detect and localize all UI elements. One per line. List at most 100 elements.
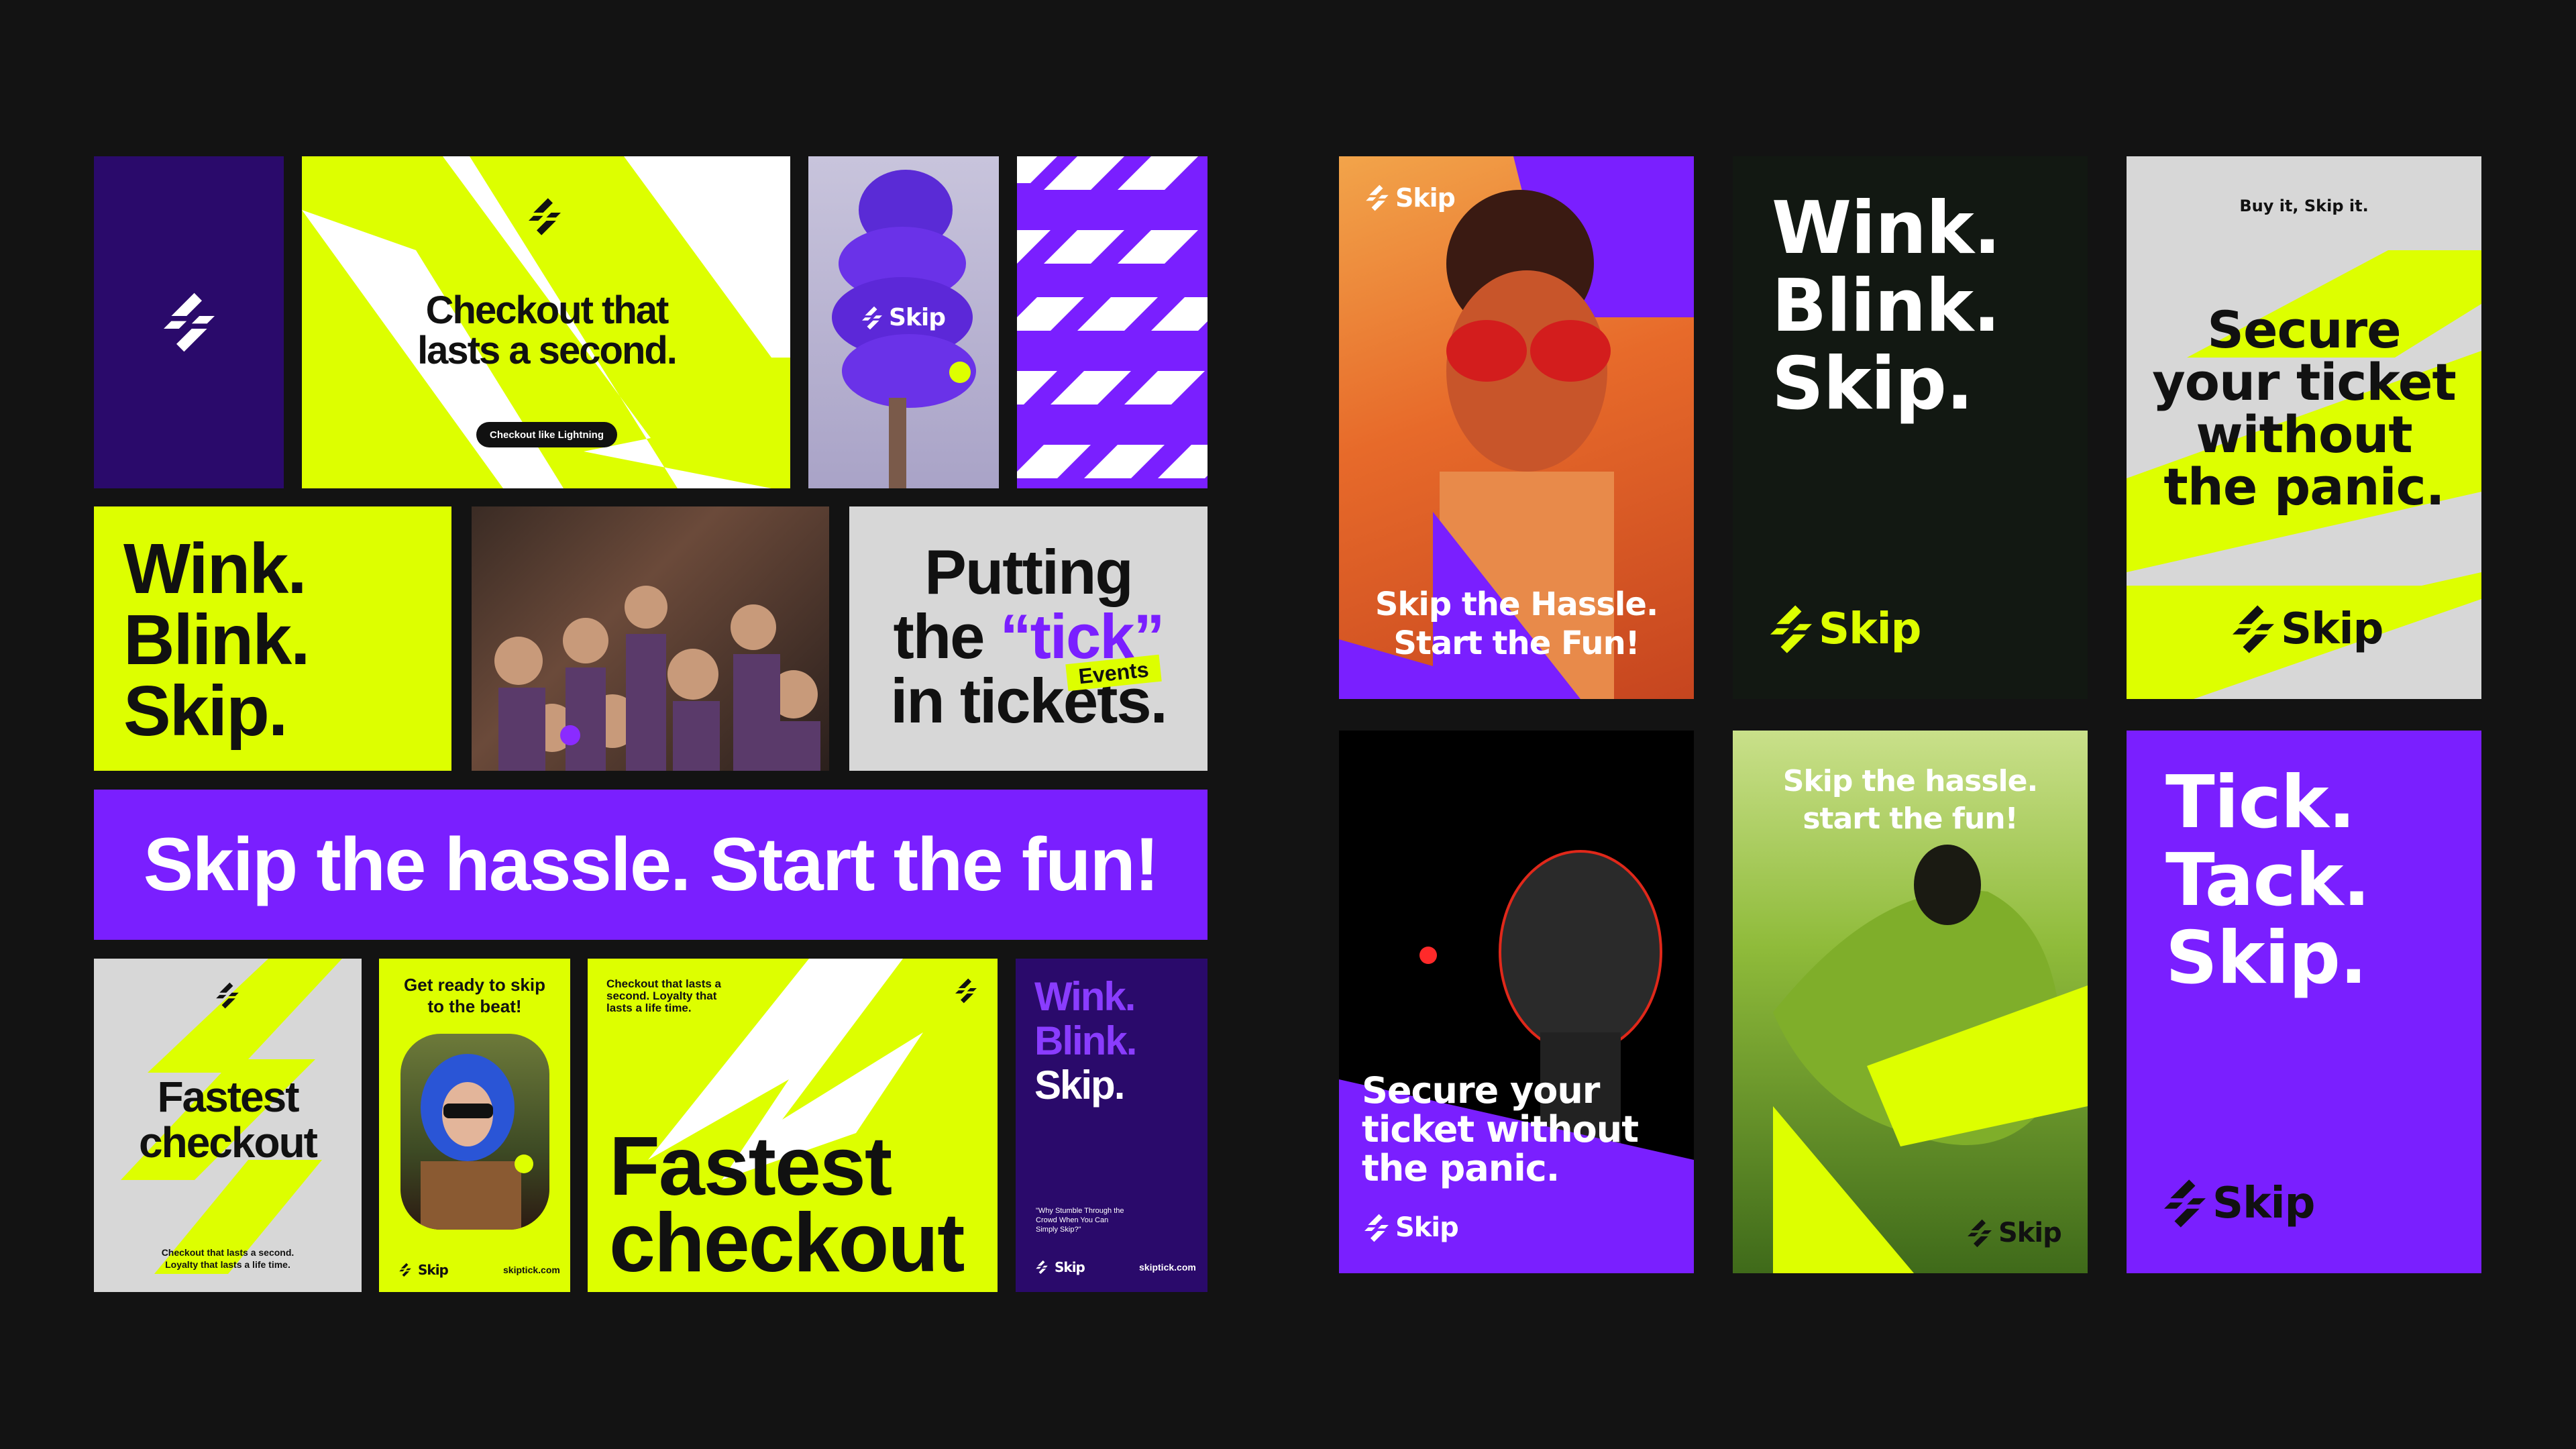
brand-name: Skip (418, 1262, 449, 1278)
hassle-poster: Skip Skip the Hassle. Start the Fun! (1339, 156, 1694, 699)
quote-line-2: Crowd When You Can (1036, 1216, 1109, 1224)
lime-dot (949, 362, 971, 383)
beat-line-1: Get ready to skip (404, 975, 545, 995)
fastest-grey-poster: Fastest checkout Checkout that lasts a s… (94, 959, 362, 1292)
skip-logo-icon (164, 290, 215, 354)
footer-line-2: Loyalty that lasts a life time. (165, 1259, 290, 1270)
hassle-line-2: Start the Fun! (1393, 625, 1640, 662)
checkout-line: checkout (609, 1197, 965, 1289)
top-text-1: Checkout that lasts a (606, 977, 721, 990)
skip-logo: Skip (1366, 183, 1456, 213)
blue-hair-figure-icon (421, 1054, 521, 1230)
skip-logo: Skip (2164, 1177, 2315, 1230)
secure-line-1: Secure (2207, 300, 2401, 360)
top-text-3: lasts a life time. (606, 1002, 692, 1014)
tick-line-2-a: the (893, 601, 1000, 672)
checkout-line: checkout (139, 1118, 318, 1167)
wink-line: Wink. (123, 529, 307, 608)
brand-name: Skip (2212, 1179, 2315, 1228)
logo-tile (94, 156, 284, 488)
lime-dot (515, 1155, 533, 1173)
footer-line-1: Checkout that lasts a second. (161, 1247, 294, 1258)
tack-line: Tack. (2165, 839, 2370, 922)
green-line-2: start the fun! (1803, 802, 2018, 836)
tick-purple-poster: Tick. Tack. Skip. Skip (2127, 731, 2481, 1273)
secure-line-3: the panic. (1362, 1147, 1560, 1189)
beat-line-2: to the beat! (427, 996, 522, 1016)
site-url: skiptick.com (1139, 1262, 1196, 1273)
puffer-photo: Skip (808, 156, 999, 488)
brand-name: Skip (1998, 1218, 2062, 1248)
brand-name: Skip (2281, 604, 2383, 654)
skip-logo-icon (862, 305, 882, 331)
hassle-line-1: Skip the Hassle. (1375, 586, 1658, 623)
skip-logo-icon (1366, 184, 1389, 212)
beat-poster: Get ready to skip to the beat! Skip skip… (379, 959, 570, 1292)
fastest-line: Fastest (609, 1120, 892, 1213)
tick-poster: Putting the “tick” in tickets. Events (849, 506, 1208, 771)
lightning-poster: Checkout that lasts a second. Checkout l… (302, 156, 790, 488)
secure-line-4: the panic. (2163, 457, 2445, 517)
bolt-pattern (1017, 156, 1208, 478)
green-poster: Skip the hassle. start the fun! Skip (1733, 731, 2088, 1273)
tick-line: Tick. (2165, 761, 2356, 845)
skip-line: Skip. (1772, 342, 1974, 426)
brand-name: Skip (1395, 183, 1456, 213)
quote-line-1: "Why Stumble Through the (1036, 1207, 1124, 1215)
skip-logo: Skip (1770, 603, 1921, 655)
banner-text: Skip the hassle. Start the fun! (143, 822, 1160, 906)
skip-logo-icon (955, 977, 977, 1004)
hassle-banner: Skip the hassle. Start the fun! (94, 790, 1208, 940)
skip-line: Skip. (1034, 1063, 1125, 1108)
skip-logo: Skip (862, 304, 946, 331)
secure-grey-poster: Buy it, Skip it. Secure your ticket with… (2127, 156, 2481, 699)
lightning-pill: Checkout like Lightning (476, 422, 617, 447)
top-text-2: second. Loyalty that (606, 989, 717, 1002)
wink-line: Wink. (1772, 186, 2001, 270)
beat-photo (400, 1034, 549, 1230)
skip-logo-icon (1364, 1213, 1389, 1243)
tick-line-1: Putting (924, 537, 1134, 607)
head-profile-icon (1339, 850, 1694, 1273)
skip-line: Skip. (123, 672, 288, 751)
skip-logo-icon (2164, 1177, 2206, 1230)
skip-logo-icon (216, 981, 239, 1010)
site-url: skiptick.com (503, 1265, 560, 1275)
brand-name: Skip (889, 304, 946, 331)
blink-line: Blink. (1034, 1018, 1137, 1063)
group-photo (472, 506, 829, 771)
blink-line: Blink. (123, 600, 311, 680)
tagline: Buy it, Skip it. (2239, 197, 2369, 215)
pattern-tile (1017, 156, 1208, 488)
secure-line-2: ticket without (1362, 1108, 1639, 1150)
blink-line: Blink. (1772, 264, 2000, 348)
skip-logo: Skip (399, 1262, 449, 1278)
wink-lime-poster: Wink. Blink. Skip. (94, 506, 451, 771)
red-dot (1419, 947, 1437, 964)
skip-logo: Skip (2233, 603, 2383, 655)
skip-logo: Skip (1968, 1218, 2062, 1248)
poster-headline: Checkout that lasts a second. (417, 288, 678, 372)
brand-name: Skip (1055, 1259, 1085, 1275)
skip-logo-icon (1770, 603, 1812, 655)
skip-logo-icon (529, 197, 561, 237)
brand-name: Skip (1395, 1212, 1459, 1243)
secure-line-2: your ticket (2152, 352, 2457, 412)
brand-name: Skip (1819, 604, 1921, 654)
green-line-1: Skip the hassle. (1782, 764, 2038, 798)
wink-purple-poster: Wink. Blink. Skip. "Why Stumble Through … (1016, 959, 1208, 1292)
secure-line-3: without (2196, 405, 2412, 464)
secure-dark-poster: Secure your ticket without the panic. Sk… (1339, 731, 1694, 1273)
wink-line: Wink. (1034, 974, 1136, 1019)
fastest-lime-poster: Checkout that lasts a second. Loyalty th… (588, 959, 998, 1292)
fastest-line: Fastest (157, 1073, 299, 1121)
quote-line-3: Simply Skip?" (1036, 1226, 1081, 1234)
skip-logo-icon (2233, 603, 2274, 655)
skip-logo-icon (1036, 1260, 1048, 1275)
wink-black-poster: Wink. Blink. Skip. Skip (1733, 156, 2088, 699)
secure-line-1: Secure your (1362, 1069, 1600, 1112)
skip-logo: Skip (1364, 1212, 1459, 1243)
skip-logo-icon (399, 1263, 411, 1277)
skip-logo: Skip (1036, 1259, 1085, 1275)
skip-line: Skip. (2165, 916, 2367, 1000)
